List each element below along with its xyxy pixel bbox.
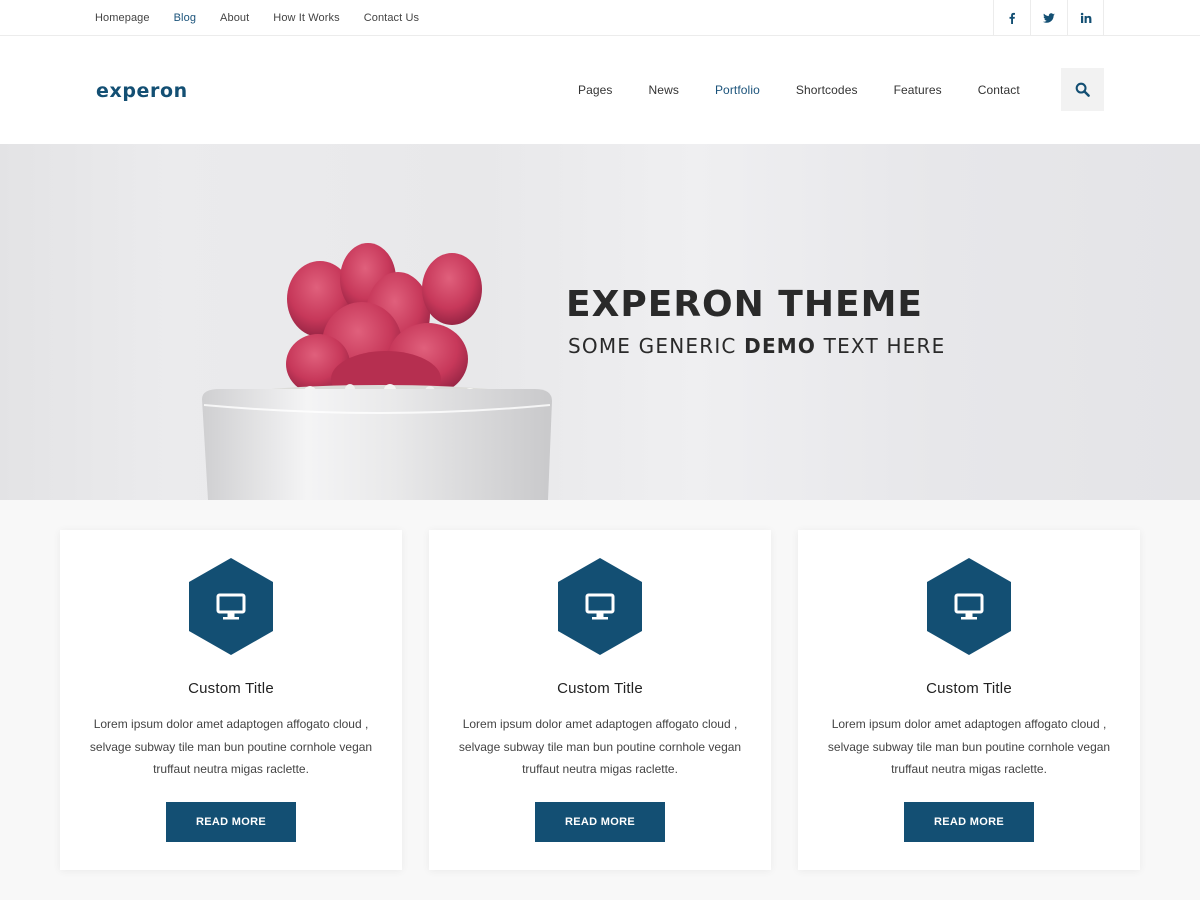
site-logo[interactable]: experon — [96, 80, 188, 102]
hero-banner: EXPERON THEME SOME GENERIC DEMO TEXT HER… — [0, 144, 1200, 500]
feature-card: Custom Title Lorem ipsum dolor amet adap… — [798, 530, 1140, 870]
features-section: Custom Title Lorem ipsum dolor amet adap… — [0, 500, 1200, 900]
top-bar: Homepage Blog About How It Works Contact… — [0, 0, 1200, 36]
monitor-icon — [558, 558, 642, 655]
linkedin-icon[interactable] — [1067, 0, 1104, 35]
feature-text: Lorem ipsum dolor amet adaptogen affogat… — [89, 717, 373, 776]
feature-title: Custom Title — [557, 680, 643, 697]
search-icon — [1075, 82, 1090, 97]
hero-title: EXPERON THEME — [566, 284, 924, 325]
hero-subtitle: SOME GENERIC DEMO TEXT HERE — [568, 334, 945, 358]
nav-contact[interactable]: Contact — [978, 83, 1020, 97]
top-nav-about[interactable]: About — [220, 12, 249, 24]
site-header: experon Pages News Portfolio Shortcodes … — [0, 36, 1200, 144]
social-links — [993, 0, 1104, 35]
hero-subtitle-post: TEXT HERE — [816, 334, 946, 358]
nav-portfolio[interactable]: Portfolio — [715, 83, 760, 97]
cactus-pot-image — [202, 243, 552, 500]
facebook-icon[interactable] — [993, 0, 1030, 35]
feature-text: Lorem ipsum dolor amet adaptogen affogat… — [458, 717, 742, 776]
hero-subtitle-pre: SOME GENERIC — [568, 334, 745, 358]
feature-card: Custom Title Lorem ipsum dolor amet adap… — [429, 530, 771, 870]
feature-card: Custom Title Lorem ipsum dolor amet adap… — [60, 530, 402, 870]
top-nav-homepage[interactable]: Homepage — [95, 12, 150, 24]
read-more-button[interactable]: READ MORE — [535, 802, 665, 842]
read-more-button[interactable]: READ MORE — [904, 802, 1034, 842]
top-nav-blog[interactable]: Blog — [174, 12, 196, 24]
nav-shortcodes[interactable]: Shortcodes — [796, 83, 858, 97]
hero-subtitle-bold: DEMO — [744, 334, 817, 358]
top-nav: Homepage Blog About How It Works Contact… — [95, 0, 443, 35]
top-nav-contact-us[interactable]: Contact Us — [364, 12, 419, 24]
feature-title: Custom Title — [926, 680, 1012, 697]
twitter-icon[interactable] — [1030, 0, 1067, 35]
top-nav-how-it-works[interactable]: How It Works — [273, 12, 339, 24]
read-more-button[interactable]: READ MORE — [166, 802, 296, 842]
feature-text: Lorem ipsum dolor amet adaptogen affogat… — [827, 717, 1111, 776]
feature-title: Custom Title — [188, 680, 274, 697]
nav-features[interactable]: Features — [894, 83, 942, 97]
nav-pages[interactable]: Pages — [578, 83, 613, 97]
main-nav: Pages News Portfolio Shortcodes Features… — [560, 36, 1038, 144]
monitor-icon — [927, 558, 1011, 655]
nav-news[interactable]: News — [649, 83, 679, 97]
monitor-icon — [189, 558, 273, 655]
search-button[interactable] — [1061, 68, 1104, 111]
